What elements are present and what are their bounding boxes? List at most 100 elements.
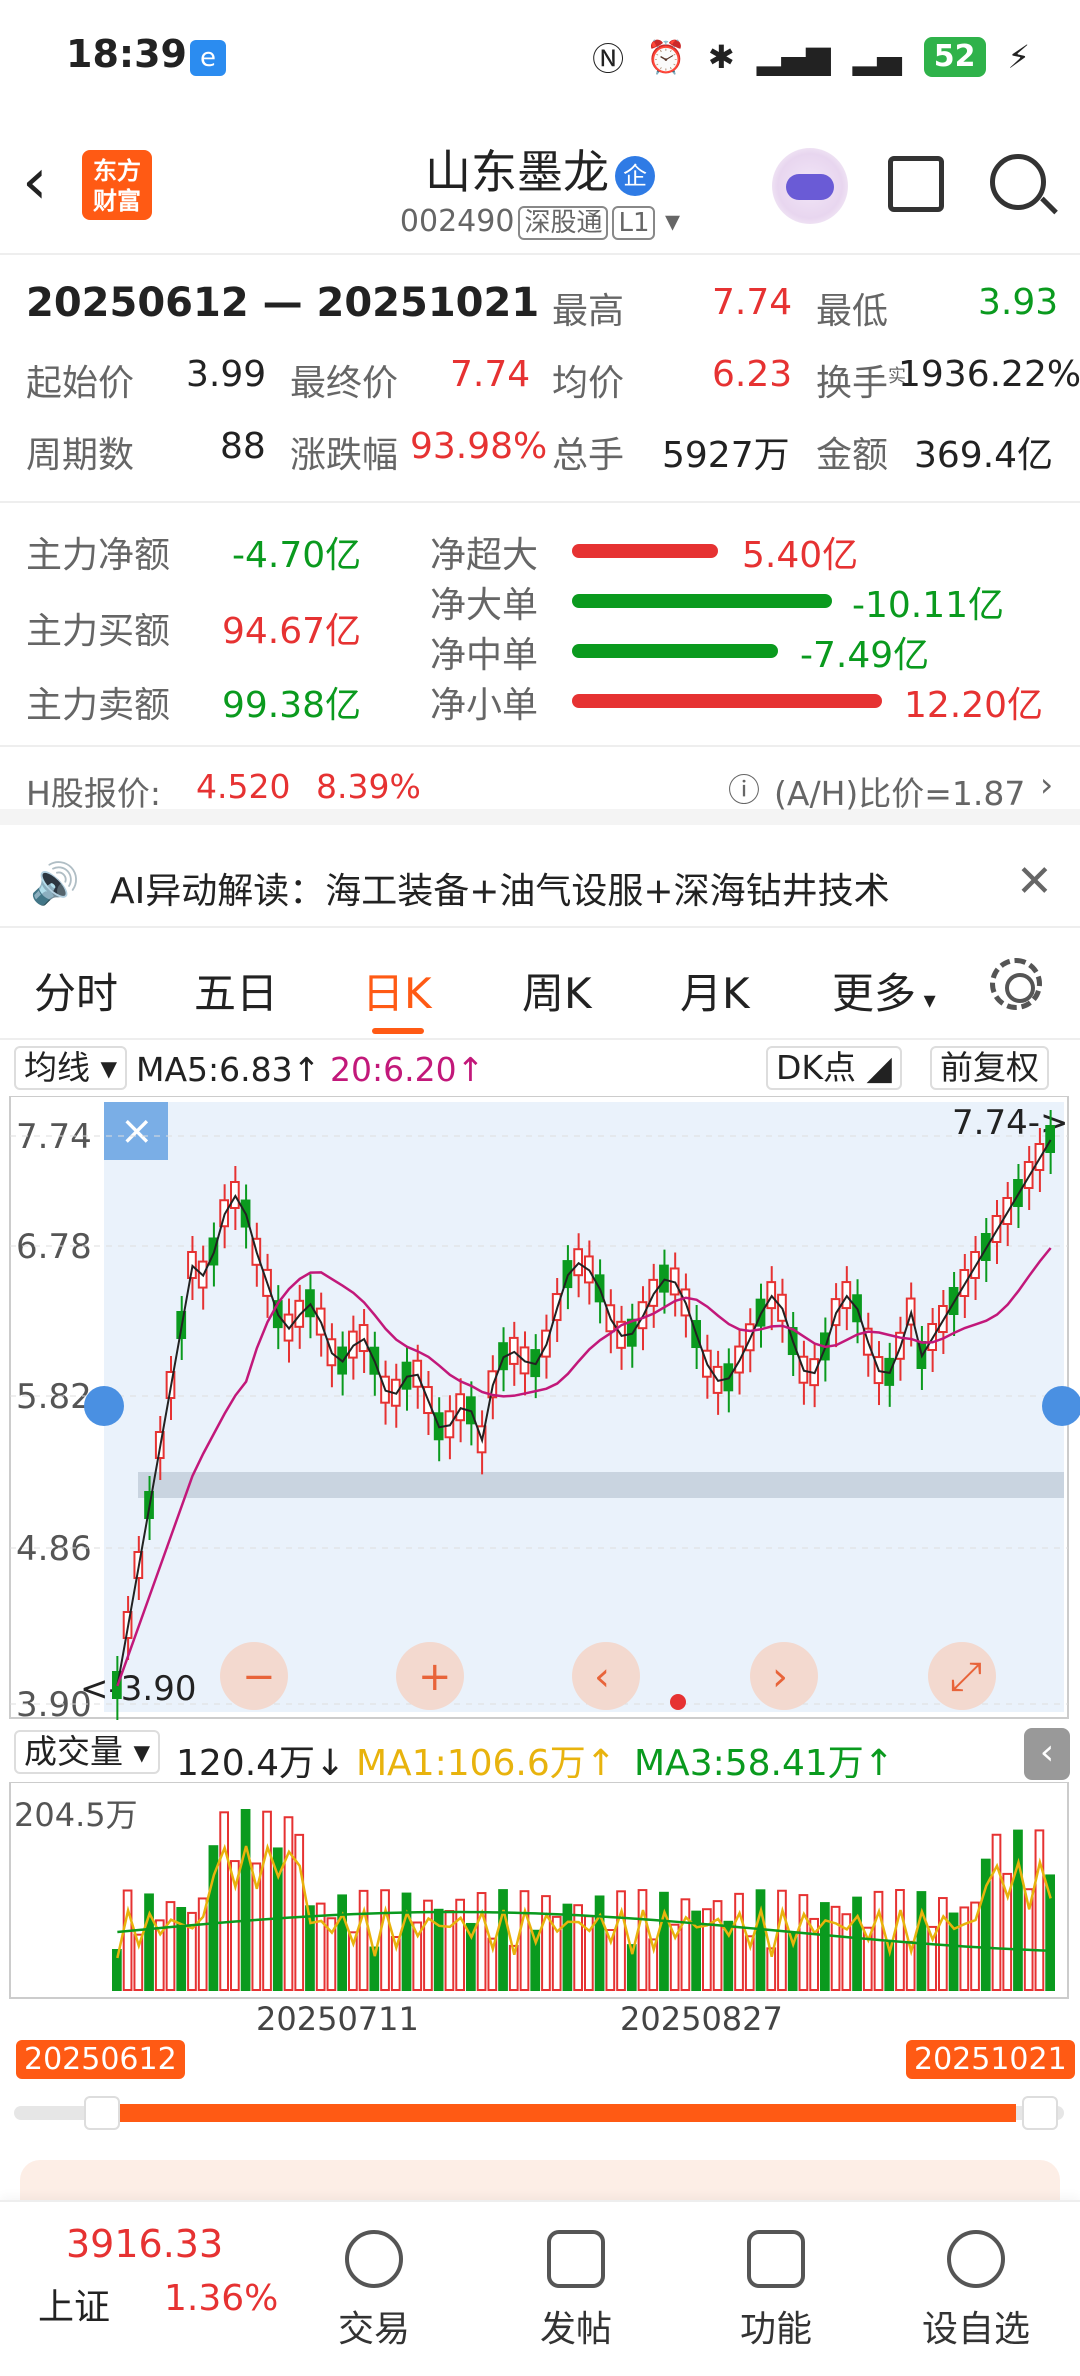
flow-bar-0 [572, 544, 718, 558]
tab-monthly-k[interactable]: 月K [680, 960, 750, 1021]
tab-intraday[interactable]: 分时 [34, 960, 118, 1021]
volume-bar [659, 1891, 669, 1991]
volume-ma1-text: MA1:106.6万 [356, 1743, 586, 1784]
volume-bar [176, 1907, 187, 1991]
share-icon[interactable] [888, 156, 944, 212]
end-value: 7.74 [450, 354, 531, 395]
avg-label: 均价 [552, 363, 625, 404]
robot-assistant-icon[interactable] [772, 148, 848, 224]
candle [659, 1264, 669, 1293]
zoom-in-button-icon: + [418, 1654, 452, 1700]
main-sell-label: 主力卖额 [26, 685, 171, 726]
volume-ma3-text: MA3:58.41万 [634, 1743, 864, 1784]
y-axis-label: 4.86 [16, 1529, 92, 1569]
range-start-badge[interactable]: 20250612 [16, 2040, 185, 2079]
index-value: 3916.33 [66, 2222, 224, 2266]
promo-banner[interactable] [20, 2160, 1060, 2200]
collapse-button[interactable]: ‹ [1024, 1728, 1070, 1780]
ma20-text: 20:6.20 [330, 1050, 457, 1089]
ma-selector[interactable]: 均线 ▾ [14, 1046, 128, 1090]
volume-ma1: MA1:106.6万↑ [356, 1743, 616, 1784]
adjust-button[interactable]: 前复权 [930, 1046, 1049, 1090]
flow-bar-1 [572, 594, 832, 608]
nav-functions[interactable]: 功能 [706, 2230, 846, 2352]
left-drag-handle[interactable] [84, 1386, 124, 1426]
low-label: 最低 [816, 291, 889, 332]
end-label: 最终价 [290, 363, 399, 404]
active-tab-indicator [372, 1028, 424, 1034]
range-right-handle[interactable] [1022, 2096, 1058, 2130]
flow-label-3: 净小单 [430, 685, 539, 726]
h-share-label: H股报价: [26, 774, 161, 813]
kline-chart-area[interactable]: × 7.74 6.78 5.82 4.86 3.90 7.74-> <-3.90− + ‹ › ⤢ [0, 1095, 1080, 1725]
flow-label-1: 净大单 [430, 585, 539, 626]
volume-bar [144, 1893, 154, 1991]
flow-value-2: -7.49亿 [800, 635, 930, 676]
help-icon[interactable]: ⓘ [728, 765, 760, 811]
dk-point-label: DK点 [776, 1048, 857, 1087]
main-net-label: 主力净额 [26, 535, 171, 576]
ma20-value: 20:6.20↑ [330, 1050, 485, 1089]
tab-more[interactable]: 更多 ▾ [832, 960, 936, 1021]
high-label: 最高 [552, 291, 625, 332]
turnover-label-text: 换手 [816, 363, 889, 404]
h-share-row[interactable]: H股报价: 4.520 8.39% ⓘ (A/H)比价=1.87 › [0, 745, 1080, 825]
selection-area [104, 1102, 1064, 1712]
ai-insight-row[interactable]: 🔊 AI异动解读：海工装备+油气设服+深海钻井技术 ✕ [0, 840, 1080, 928]
main-buy-label: 主力买额 [26, 611, 171, 652]
volume-selector[interactable]: 成交量 ▾ [14, 1730, 161, 1774]
h-share-pct: 8.39% [316, 767, 421, 806]
volume-bar [380, 1889, 390, 1991]
volume-chart: 204.5万 [0, 1781, 1080, 2000]
ma5-text: MA5:6.83 [136, 1050, 293, 1089]
start-label: 起始价 [26, 363, 135, 404]
range-stats: 20250612 — 20251021 最高 7.74 最低 3.93 起始价 … [0, 258, 1080, 503]
volume-current-text: 120.4万 [176, 1743, 316, 1784]
tab-daily-k[interactable]: 日K [362, 960, 432, 1021]
main-buy-value: 94.67亿 [222, 611, 362, 652]
volume-bar [401, 1892, 412, 1991]
date-range: 20250612 — 20251021 [26, 280, 540, 326]
dk-point-button[interactable]: DK点 ◢ [766, 1046, 902, 1090]
h-share-price: 4.520 [196, 767, 291, 806]
search-icon[interactable] [990, 154, 1046, 210]
volume-bar [240, 1809, 251, 1992]
flow-bar-2 [572, 644, 778, 658]
signal-icon: ▂▄▆ [756, 38, 831, 76]
turnover-label: 换手实 [816, 354, 906, 406]
scroll-left-button-icon: ‹ [594, 1654, 610, 1700]
nav-trade[interactable]: 交易 [304, 2230, 444, 2352]
zoom-out-button-icon: − [242, 1654, 276, 1700]
volume-bar [262, 1810, 272, 1991]
date-tick-1: 20250827 [620, 2000, 783, 2038]
nav-post[interactable]: 发帖 [506, 2230, 646, 2352]
y-axis-label: 5.82 [16, 1377, 92, 1417]
candle [1045, 1125, 1055, 1153]
volume-bar [712, 1900, 723, 1991]
volume-current: 120.4万↓ [176, 1743, 346, 1784]
volume-bar [1013, 1829, 1023, 1991]
ma-selector-label: 均线 [24, 1048, 90, 1087]
volume-bar [616, 1890, 626, 1991]
range-selection[interactable] [88, 2104, 1016, 2122]
volume-bar [283, 1816, 294, 1991]
signal2-icon: ▂▄ [852, 38, 902, 76]
nav-add-watchlist[interactable]: 设自选 [906, 2230, 1046, 2352]
y-axis-label: 6.78 [16, 1227, 92, 1267]
flow-value-0: 5.40亿 [742, 535, 859, 576]
tab-weekly-k[interactable]: 周K [522, 960, 592, 1021]
gear-icon[interactable] [990, 958, 1042, 1010]
bottom-nav: 3916.33 上证 1.36% 交易 发帖 功能 设自选 [0, 2200, 1080, 2376]
range-left-handle[interactable] [84, 2096, 120, 2130]
close-icon[interactable]: ✕ [1016, 856, 1053, 907]
range-end-badge[interactable]: 20251021 [906, 2040, 1075, 2079]
trade-icon [345, 2230, 403, 2288]
volume-bar [337, 1894, 348, 1991]
high-value: 7.74 [712, 282, 793, 323]
volume-bar [294, 1833, 305, 1992]
tab-five-day[interactable]: 五日 [194, 960, 278, 1021]
dropdown-icon: ▾ [665, 204, 681, 239]
support-band [138, 1472, 1064, 1498]
stock-code: 002490 [399, 204, 515, 239]
volume-bar [916, 1891, 927, 1991]
